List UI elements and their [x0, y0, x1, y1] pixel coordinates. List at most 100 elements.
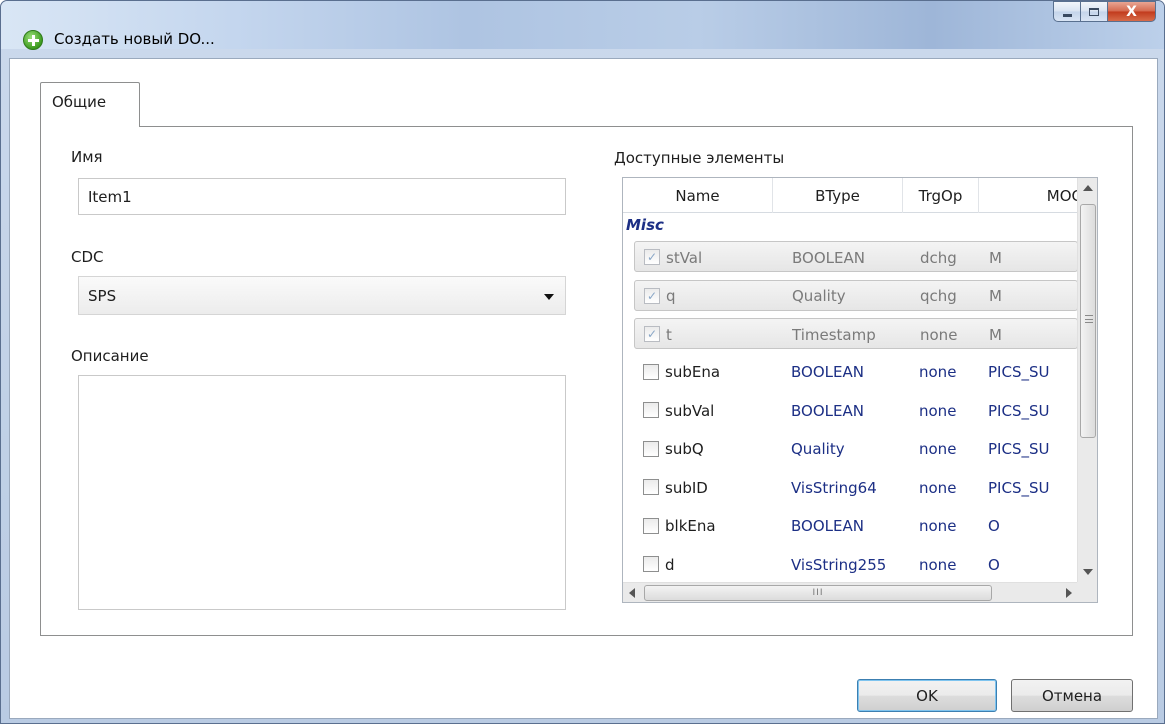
available-elements-grid[interactable]: Name BType TrgOp MOC Misc ✓ stVal BOOLEAN d… — [622, 177, 1098, 603]
description-label: Описание — [71, 347, 149, 365]
cdc-label: CDC — [71, 248, 104, 266]
cell-name: subID — [665, 478, 708, 497]
cell-name: t — [666, 325, 672, 344]
table-row[interactable]: subVal BOOLEAN none PICS_SU — [634, 395, 1078, 426]
cell-moc: O — [988, 517, 1000, 535]
grip-icon — [1085, 315, 1093, 323]
checkbox[interactable] — [643, 363, 659, 380]
close-icon: X — [1126, 3, 1137, 20]
table-row[interactable]: d VisString255 none O — [634, 549, 1078, 580]
add-icon — [23, 30, 43, 50]
table-row[interactable]: ✓ q Quality qchg M — [634, 279, 1078, 311]
checkbox[interactable] — [643, 556, 659, 572]
window-title: Создать новый DO... — [54, 30, 215, 48]
cell-btype: VisString255 — [791, 555, 887, 574]
cell-trgop: qchg — [920, 287, 957, 305]
cell-btype: BOOLEAN — [791, 363, 864, 381]
vertical-scrollbar[interactable] — [1077, 178, 1097, 582]
cdc-select[interactable]: SPS — [78, 276, 566, 315]
checkbox[interactable] — [643, 440, 659, 457]
cell-moc: M — [989, 325, 1002, 344]
column-header-moc[interactable]: MOC — [979, 178, 1078, 213]
cell-name: subVal — [665, 401, 715, 420]
column-header-label: TrgOp — [918, 186, 963, 205]
checkbox-checked: ✓ — [644, 326, 660, 342]
cell-trgop: none — [919, 478, 957, 497]
cell-moc: O — [988, 555, 1000, 574]
close-button[interactable]: X — [1108, 1, 1156, 22]
cell-moc: M — [989, 248, 1002, 267]
minimize-icon — [1062, 13, 1072, 17]
checkbox[interactable] — [643, 479, 659, 495]
ok-button[interactable]: OK — [857, 679, 997, 712]
ok-button-label: OK — [916, 686, 938, 705]
table-row[interactable]: ✓ t Timestamp none M — [634, 318, 1078, 349]
cell-name: blkEna — [665, 517, 716, 535]
chevron-down-icon — [544, 294, 554, 300]
horizontal-scroll-thumb[interactable]: III — [644, 585, 992, 601]
cdc-select-value: SPS — [88, 286, 117, 305]
cell-name: stVal — [666, 248, 703, 267]
cell-btype: Quality — [791, 440, 845, 458]
column-header-trgop[interactable]: TrgOp — [903, 178, 979, 213]
column-header-label: Name — [675, 186, 720, 205]
dialog-window: Создать новый DO... X Общие Имя Item1 CD… — [0, 0, 1165, 724]
scrollbar-corner — [1077, 582, 1097, 602]
grid-header: Name BType TrgOp MOC — [623, 178, 1078, 213]
cell-name: subEna — [665, 363, 721, 381]
maximize-button[interactable] — [1081, 1, 1108, 22]
checkbox[interactable] — [643, 517, 659, 534]
group-header-misc: Misc — [626, 216, 664, 234]
cell-moc: PICS_SU — [988, 401, 1050, 420]
cell-name: d — [665, 555, 675, 574]
maximize-icon — [1089, 7, 1099, 16]
scroll-down-arrow-icon[interactable] — [1083, 569, 1093, 575]
checkbox[interactable] — [643, 402, 659, 418]
cell-trgop: none — [919, 440, 957, 458]
cell-btype: Quality — [792, 287, 846, 305]
column-header-btype[interactable]: BType — [773, 178, 903, 213]
cell-trgop: none — [919, 363, 957, 381]
cell-btype: BOOLEAN — [791, 517, 864, 535]
cell-trgop: none — [919, 401, 957, 420]
cancel-button[interactable]: Отмена — [1011, 679, 1133, 712]
title-bar[interactable]: Создать новый DO... X — [1, 1, 1164, 50]
cell-trgop: dchg — [920, 248, 957, 267]
available-elements-label: Доступные элементы — [614, 149, 785, 167]
cell-name: q — [666, 287, 676, 305]
scroll-left-arrow-icon[interactable] — [629, 588, 635, 598]
cell-btype: BOOLEAN — [792, 248, 865, 267]
column-header-name[interactable]: Name — [623, 178, 773, 213]
name-input[interactable]: Item1 — [78, 178, 566, 215]
cell-moc: PICS_SU — [988, 363, 1050, 381]
grip-icon: III — [812, 588, 824, 598]
tab-general[interactable]: Общие — [40, 82, 140, 127]
cell-btype: VisString64 — [791, 478, 877, 497]
cell-name: subQ — [665, 440, 704, 458]
description-textarea[interactable] — [78, 375, 566, 610]
horizontal-scrollbar[interactable]: III — [623, 582, 1078, 602]
cell-btype: BOOLEAN — [791, 401, 864, 420]
scroll-right-arrow-icon[interactable] — [1066, 588, 1072, 598]
cell-moc: M — [989, 287, 1002, 305]
table-row[interactable]: subQ Quality none PICS_SU — [634, 434, 1078, 465]
minimize-button[interactable] — [1053, 1, 1081, 22]
dialog-body: Общие Имя Item1 CDC SPS Описание Доступн… — [9, 58, 1158, 719]
cell-trgop: none — [919, 517, 957, 535]
name-label: Имя — [71, 148, 103, 166]
cancel-button-label: Отмена — [1041, 686, 1103, 705]
table-row[interactable]: subEna BOOLEAN none PICS_SU — [634, 357, 1078, 388]
window-controls: X — [1053, 1, 1156, 22]
cell-moc: PICS_SU — [988, 440, 1050, 458]
scroll-up-arrow-icon[interactable] — [1083, 185, 1093, 191]
checkbox-checked: ✓ — [644, 287, 660, 304]
table-row[interactable]: subID VisString64 none PICS_SU — [634, 472, 1078, 503]
name-input-value: Item1 — [88, 187, 132, 206]
column-header-label: MOC — [1046, 186, 1078, 205]
vertical-scroll-thumb[interactable] — [1080, 204, 1096, 438]
table-row[interactable]: ✓ stVal BOOLEAN dchg M — [634, 241, 1078, 272]
table-row[interactable]: blkEna BOOLEAN none O — [634, 511, 1078, 542]
cell-btype: Timestamp — [792, 325, 876, 344]
checkbox-checked: ✓ — [644, 249, 660, 265]
cell-trgop: none — [919, 555, 957, 574]
